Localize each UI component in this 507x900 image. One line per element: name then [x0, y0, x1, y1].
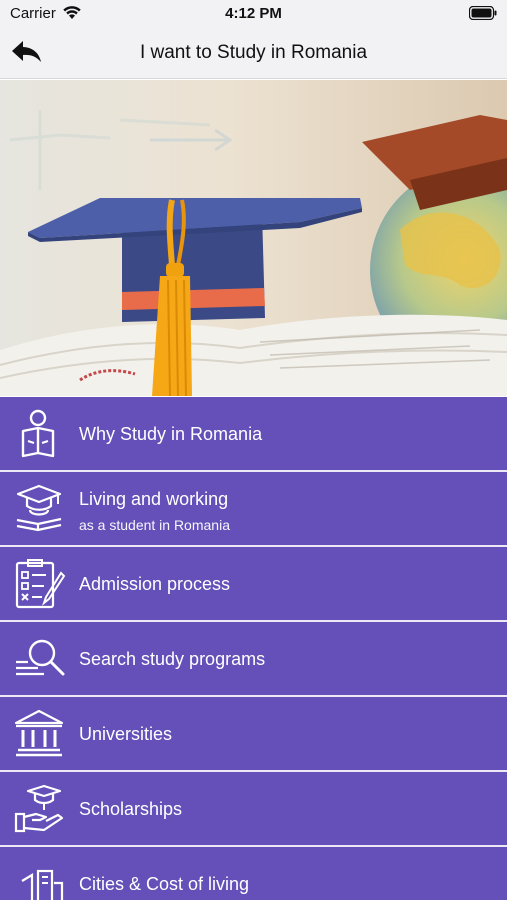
- menu-item-living-working[interactable]: Living and working as a student in Roman…: [0, 472, 507, 547]
- page-title: I want to Study in Romania: [139, 42, 368, 63]
- menu-item-search-programs[interactable]: Search study programs: [0, 622, 507, 697]
- status-bar: Carrier 4:12 PM: [0, 0, 507, 28]
- menu-item-label: Admission process: [79, 574, 231, 594]
- menu-item-label: Search study programs: [79, 649, 266, 669]
- main-menu: Why Study in Romania Living and working …: [0, 397, 507, 900]
- checklist-icon: [15, 559, 66, 609]
- graduate-books-icon: [16, 484, 62, 532]
- menu-item-universities[interactable]: Universities: [0, 697, 507, 772]
- menu-item-admission[interactable]: Admission process: [0, 547, 507, 622]
- battery-icon: [468, 5, 497, 25]
- menu-item-label: Cities & Cost of living: [79, 874, 250, 894]
- menu-item-scholarships[interactable]: Scholarships: [0, 772, 507, 847]
- menu-item-why-study[interactable]: Why Study in Romania: [0, 397, 507, 472]
- navigation-bar: I want to Study in Romania: [0, 28, 507, 79]
- menu-item-label: Scholarships: [79, 799, 183, 819]
- menu-item-sublabel: as a student in Romania: [79, 517, 230, 533]
- hero-image: [0, 80, 507, 396]
- city-icon: [21, 869, 64, 900]
- clock: 4:12 PM: [225, 5, 282, 22]
- menu-item-label: Living and working: [79, 489, 229, 509]
- menu-item-cities-cost[interactable]: Cities & Cost of living: [0, 847, 507, 900]
- menu-item-label: Universities: [79, 724, 173, 744]
- search-icon: [16, 639, 65, 676]
- menu-item-label: Why Study in Romania: [79, 424, 263, 444]
- reading-person-icon: [21, 409, 55, 458]
- scholarship-hand-icon: [14, 784, 64, 833]
- university-building-icon: [14, 709, 64, 757]
